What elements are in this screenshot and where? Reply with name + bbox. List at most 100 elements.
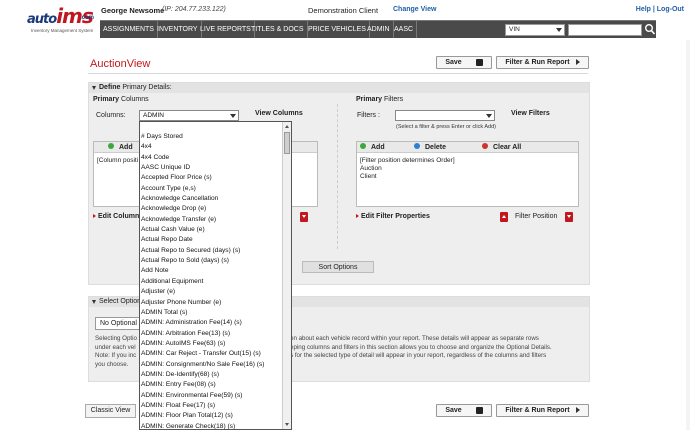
classic-view-button[interactable]: Classic View bbox=[85, 404, 136, 418]
clear-all-filters-button[interactable]: Clear All bbox=[482, 143, 521, 152]
dropdown-options: # Days Stored 4x4 4x4 Code AASC Unique ID Ac… bbox=[141, 132, 281, 429]
arrow-right-icon bbox=[575, 407, 580, 414]
dropdown-option[interactable]: Actual Repo to Sold (days) (s) bbox=[141, 256, 281, 266]
main-nav: ASSIGNMENTS INVENTORY LIVE REPORTS TITLE… bbox=[100, 20, 656, 38]
dropdown-option[interactable]: ADMIN Total (s) bbox=[141, 308, 281, 318]
columns-list-text: [Column positi bbox=[97, 157, 139, 164]
dropdown-option[interactable]: Actual Repo to Secured (days) (s) bbox=[141, 246, 281, 256]
scroll-thumb[interactable] bbox=[284, 132, 290, 154]
dropdown-option[interactable]: Adjuster Phone Number (e) bbox=[141, 298, 281, 308]
client-name: Demonstration Client bbox=[308, 6, 379, 15]
dropdown-option[interactable]: ADMIN: Administration Fee(14) (s) bbox=[141, 318, 281, 328]
columns-dropdown-list[interactable]: # Days Stored 4x4 4x4 Code AASC Unique ID Ac… bbox=[139, 121, 292, 430]
dropdown-option[interactable]: AASC Unique ID bbox=[141, 163, 281, 173]
dropdown-option[interactable]: 4x4 Code bbox=[141, 153, 281, 163]
change-view-link[interactable]: Change View bbox=[393, 6, 436, 13]
delete-filter-button[interactable]: Delete bbox=[414, 143, 446, 152]
dropdown-option[interactable]: Additional Equipment bbox=[141, 277, 281, 287]
clear-icon bbox=[482, 143, 488, 150]
dropdown-option[interactable]: ADMIN: Consignment/No Sale Fee(16) (s) bbox=[141, 360, 281, 370]
dropdown-option[interactable]: # Days Stored bbox=[141, 132, 281, 142]
search-icon[interactable] bbox=[644, 23, 656, 36]
page-scrollbar[interactable] bbox=[686, 40, 690, 430]
dropdown-option[interactable]: ADMIN: Environmental Fee(59) (s) bbox=[141, 391, 281, 401]
disk-icon bbox=[475, 58, 483, 66]
dropdown-option[interactable]: Account Type (e,s) bbox=[141, 184, 281, 194]
user-name: George Newsome bbox=[101, 6, 165, 15]
view-columns-link[interactable]: View Columns bbox=[255, 110, 303, 117]
edit-column-properties-link[interactable]: Edit Column P bbox=[93, 213, 146, 220]
columns-label: Columns: bbox=[96, 112, 126, 119]
filter-position-label: Filter Position bbox=[515, 213, 558, 220]
filter-move-down-button[interactable] bbox=[565, 212, 573, 222]
page-title: AuctionView bbox=[90, 58, 151, 70]
primary-filters-heading: Primary Filters bbox=[356, 96, 404, 103]
disk-icon bbox=[475, 406, 483, 414]
filters-listbox[interactable]: Add Delete Clear All [Filter position de… bbox=[356, 141, 579, 207]
divider bbox=[88, 73, 588, 74]
arrow-right-icon bbox=[575, 59, 580, 66]
dropdown-option[interactable]: Actual Cash Value (e) bbox=[141, 225, 281, 235]
logo-tagline: Inventory Management System bbox=[31, 28, 94, 33]
chevron-down-icon bbox=[230, 114, 236, 118]
column-divider bbox=[337, 104, 338, 249]
delete-icon bbox=[414, 143, 420, 150]
edit-filter-properties-link[interactable]: Edit Filter Properties bbox=[356, 213, 430, 220]
dropdown-option[interactable]: Acknowledge Drop (e) bbox=[141, 204, 281, 214]
filters-hint: (Select a filter & press Enter or click … bbox=[396, 124, 496, 130]
dropdown-option[interactable]: ADMIN: De-Identify(68) (s) bbox=[141, 370, 281, 380]
list-item: Auction bbox=[360, 165, 382, 172]
list-item: [Filter position determines Order] bbox=[360, 157, 455, 164]
dropdown-option[interactable]: Actual Repo Date bbox=[141, 235, 281, 245]
autoims-logo[interactable]: autoims .com Inventory Management System bbox=[27, 4, 97, 40]
filters-label: Filters : bbox=[357, 112, 380, 119]
nav-assignments[interactable]: ASSIGNMENTS bbox=[100, 21, 158, 38]
triangle-right-icon bbox=[93, 214, 96, 219]
chevron-down-icon bbox=[556, 28, 562, 32]
help-logout-links[interactable]: Help | Log-Out bbox=[636, 6, 684, 13]
scroll-down-icon[interactable] bbox=[285, 423, 289, 426]
nav-inventory[interactable]: INVENTORY bbox=[154, 21, 202, 38]
column-move-down-button[interactable] bbox=[300, 212, 308, 222]
sort-options-tab[interactable]: Sort Options bbox=[302, 261, 374, 273]
save-button-bottom[interactable]: Save bbox=[436, 404, 492, 417]
filter-run-report-button-top[interactable]: Filter & Run Report bbox=[496, 56, 589, 69]
add-filter-button[interactable]: Add bbox=[360, 143, 385, 152]
dropdown-option[interactable]: ADMIN: Entry Fee(08) (s) bbox=[141, 380, 281, 390]
view-filters-link[interactable]: View Filters bbox=[511, 110, 550, 117]
dropdown-option[interactable]: ADMIN: Floor Plan Total(12) (s) bbox=[141, 411, 281, 421]
optional-help-text-right: on about each vehicle record within your… bbox=[290, 335, 552, 359]
search-type-select[interactable]: VIN bbox=[505, 24, 565, 36]
triangle-right-icon bbox=[356, 214, 359, 219]
chevron-down-icon bbox=[486, 114, 492, 118]
dropdown-option[interactable]: Add Note bbox=[141, 266, 281, 276]
nav-price-vehicles[interactable]: PRICE VEHICLES bbox=[305, 21, 370, 38]
filters-select[interactable] bbox=[395, 110, 495, 121]
dropdown-option[interactable]: 4x4 bbox=[141, 142, 281, 152]
save-button-top[interactable]: Save bbox=[436, 56, 492, 69]
nav-titles-docs[interactable]: TITLES & DOCS bbox=[248, 21, 308, 38]
dropdown-option[interactable]: ADMIN: Arbitration Fee(13) (s) bbox=[141, 329, 281, 339]
user-ip: (IP: 204.77.233.122) bbox=[162, 6, 226, 13]
nav-live-reports[interactable]: LIVE REPORTS bbox=[197, 21, 255, 38]
dropdown-scrollbar[interactable] bbox=[282, 122, 291, 429]
filter-move-up-button[interactable] bbox=[500, 212, 508, 222]
filter-run-report-button-bottom[interactable]: Filter & Run Report bbox=[496, 404, 589, 417]
dropdown-option[interactable]: ADMIN: Float Fee(17) (s) bbox=[141, 401, 281, 411]
nav-aasc[interactable]: AASC bbox=[391, 21, 418, 38]
filters-list-text: [Filter position determines Order] Aucti… bbox=[360, 157, 455, 181]
dropdown-option[interactable]: Acknowledge Cancellation bbox=[141, 194, 281, 204]
columns-select[interactable]: ADMIN bbox=[139, 110, 239, 121]
add-icon bbox=[360, 143, 366, 150]
dropdown-option[interactable]: ADMIN: AutoIMS Fee(63) (s) bbox=[141, 339, 281, 349]
scroll-up-icon[interactable] bbox=[285, 125, 289, 128]
search-input[interactable] bbox=[568, 24, 642, 36]
add-column-button[interactable]: Add bbox=[108, 143, 133, 152]
dropdown-option[interactable]: ADMIN: Generate Check(18) (s) bbox=[141, 422, 281, 429]
dropdown-option[interactable]: Acknowledge Transfer (e) bbox=[141, 215, 281, 225]
dropdown-option[interactable]: Adjuster (e) bbox=[141, 287, 281, 297]
section-header[interactable]: Define Primary Details: bbox=[89, 83, 589, 93]
dropdown-option[interactable]: ADMIN: Car Reject - Transfer Out(15) (s) bbox=[141, 349, 281, 359]
nav-admin[interactable]: ADMIN bbox=[364, 21, 394, 38]
dropdown-option[interactable]: Accepted Floor Price (s) bbox=[141, 173, 281, 183]
